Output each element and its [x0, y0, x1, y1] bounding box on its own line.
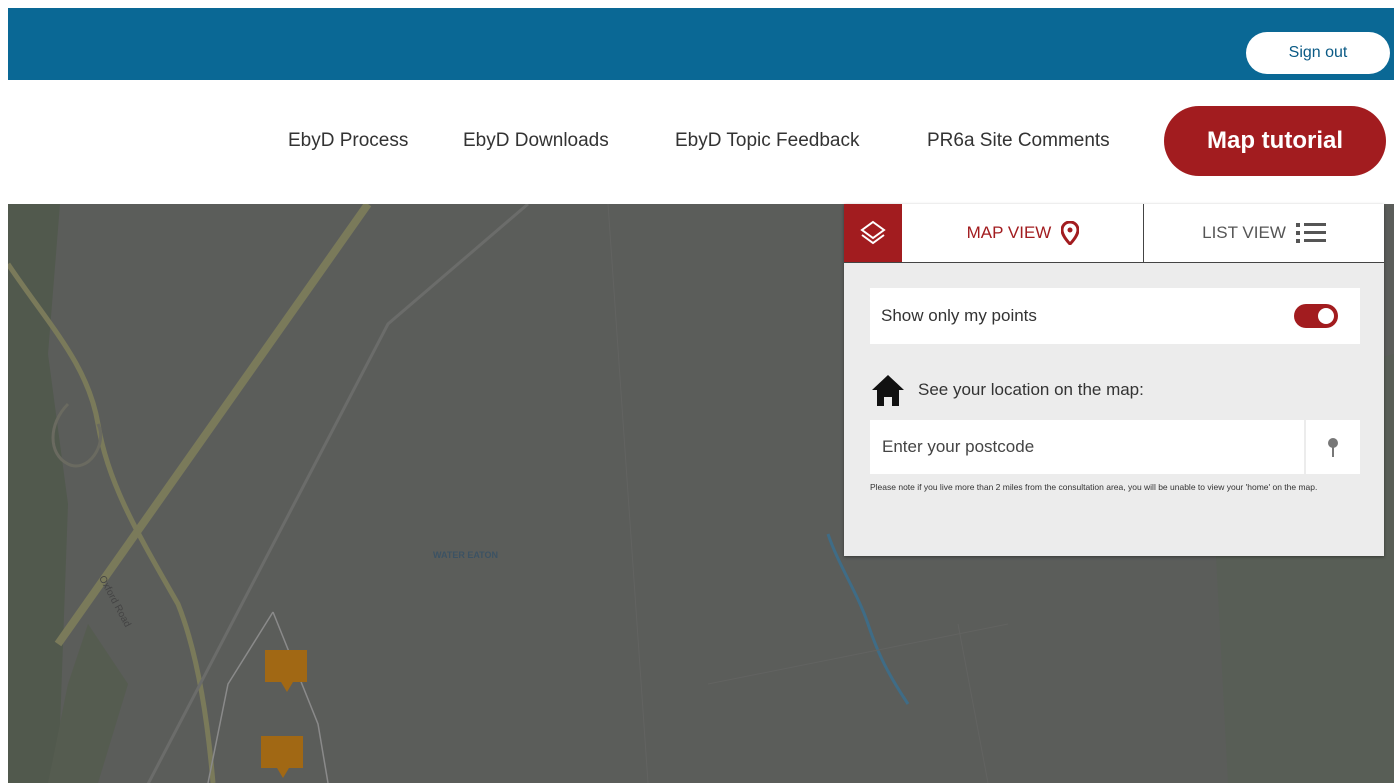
nav-item-ebyd-process[interactable]: EbyD Process	[288, 130, 408, 152]
map-comment-marker[interactable]	[261, 736, 303, 778]
locate-postcode-button[interactable]	[1306, 420, 1360, 474]
tab-list-view-label: LIST VIEW	[1202, 223, 1286, 242]
tab-map-view[interactable]: MAP VIEW	[903, 204, 1144, 262]
pushpin-icon	[1328, 438, 1338, 457]
home-icon	[872, 375, 904, 406]
top-bar: Sign out	[8, 8, 1394, 80]
list-icon	[1295, 223, 1326, 243]
location-row: See your location on the map:	[870, 372, 1144, 408]
map-pin-icon	[1061, 221, 1080, 245]
nav-item-pr6a-site-comments[interactable]: PR6a Site Comments	[927, 130, 1110, 152]
sign-out-button[interactable]: Sign out	[1246, 32, 1390, 74]
show-my-points-label: Show only my points	[881, 306, 1037, 325]
view-tabs: MAP VIEW LIST VIEW	[844, 204, 1384, 263]
layers-button[interactable]	[844, 204, 902, 262]
show-my-points-toggle[interactable]	[1294, 304, 1338, 328]
map-comment-marker[interactable]	[265, 650, 307, 692]
map-place-label: WATER EATON	[433, 550, 498, 560]
tab-list-view[interactable]: LIST VIEW	[1144, 204, 1384, 262]
nav-item-ebyd-topic-feedback[interactable]: EbyD Topic Feedback	[675, 130, 859, 152]
distance-note: Please note if you live more than 2 mile…	[870, 482, 1318, 492]
tab-map-view-label: MAP VIEW	[966, 223, 1052, 242]
postcode-input[interactable]	[870, 420, 1304, 474]
layers-icon	[860, 220, 886, 245]
toggle-knob	[1318, 308, 1334, 324]
map-control-panel: MAP VIEW LIST VIEW Show only my points S…	[844, 204, 1384, 556]
main-nav: EbyD Process EbyD Downloads EbyD Topic F…	[0, 106, 1394, 178]
map-tutorial-button[interactable]: Map tutorial	[1164, 106, 1386, 176]
postcode-search	[870, 420, 1360, 474]
location-label: See your location on the map:	[918, 380, 1144, 399]
nav-item-ebyd-downloads[interactable]: EbyD Downloads	[463, 130, 609, 152]
show-my-points-row: Show only my points	[870, 288, 1360, 344]
